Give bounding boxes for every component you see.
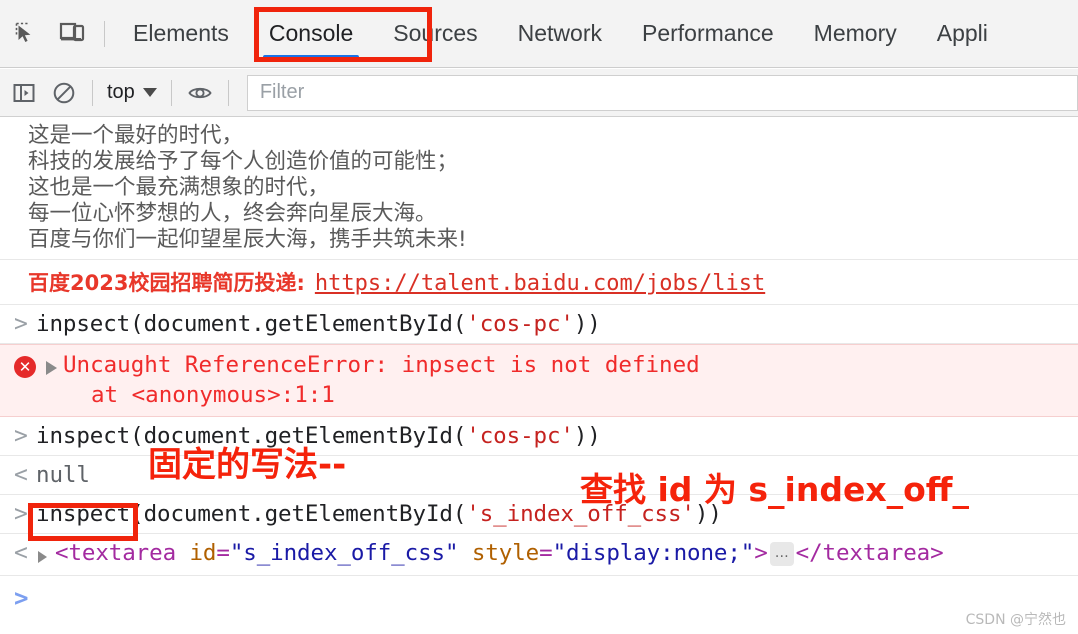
expand-triangle-icon[interactable]	[46, 361, 57, 375]
tab-elements[interactable]: Elements	[113, 0, 249, 68]
console-code-2: inspect(document.getElementById('cos-pc'…	[36, 423, 601, 449]
filterbar-divider-1	[92, 79, 93, 106]
banner-line: 每一位心怀梦想的人，终会奔向星辰大海。	[28, 201, 437, 226]
inspect-element-icon[interactable]	[4, 11, 50, 57]
prompt-chevron-icon: >	[14, 584, 29, 612]
input-chevron-icon: >	[14, 423, 28, 449]
console-prompt-row[interactable]: >	[0, 576, 1078, 620]
tab-performance[interactable]: Performance	[622, 0, 794, 68]
devtools-screenshot: Elements Console Sources Network Perform…	[0, 0, 1078, 634]
tab-sources[interactable]: Sources	[373, 0, 497, 68]
console-output-row-2: < null	[0, 456, 1078, 495]
filter-placeholder-text: Filter	[259, 81, 305, 103]
recruitment-label: 百度2023校园招聘简历投递:	[28, 271, 305, 295]
console-output-row-3: < <textarea id="s_index_off_css" style="…	[0, 534, 1078, 576]
console-message-list: 这是一个最好的时代， 科技的发展给予了每个人创造价值的可能性； 这也是一个最充满…	[0, 117, 1078, 634]
devtools-tab-list: Elements Console Sources Network Perform…	[113, 0, 1078, 68]
toolbar-divider	[104, 20, 105, 47]
console-filter-toolbar: top Filter	[0, 69, 1078, 117]
tab-memory[interactable]: Memory	[794, 0, 917, 68]
tab-network[interactable]: Network	[498, 0, 622, 68]
console-banner-message: 这是一个最好的时代， 科技的发展给予了每个人创造价值的可能性； 这也是一个最充满…	[0, 117, 1078, 260]
console-code-1: inpsect(document.getElementById('cos-pc'…	[36, 311, 601, 337]
recruitment-link[interactable]: https://talent.baidu.com/jobs/list	[315, 271, 765, 296]
tab-console[interactable]: Console	[249, 0, 373, 68]
output-chevron-icon: <	[14, 462, 28, 488]
live-expression-eye-icon[interactable]	[180, 73, 220, 113]
context-label: top	[107, 81, 135, 103]
banner-line: 科技的发展给予了每个人创造价值的可能性；	[28, 149, 459, 174]
console-input-row-3[interactable]: > inspect(document.getElementById('s_ind…	[0, 495, 1078, 534]
javascript-context-selector[interactable]: top	[101, 76, 163, 110]
filterbar-divider-3	[227, 79, 229, 106]
clear-console-icon[interactable]	[44, 73, 84, 113]
csdn-watermark: CSDN @宁然也	[965, 612, 1066, 628]
console-input-row-2[interactable]: > inspect(document.getElementById('cos-p…	[0, 417, 1078, 456]
filterbar-divider-2	[170, 79, 172, 106]
chevron-down-icon	[142, 88, 157, 97]
banner-line: 这也是一个最充满想象的时代，	[28, 175, 330, 200]
expand-triangle-icon[interactable]	[38, 551, 47, 563]
collapsed-content-icon[interactable]: …	[769, 542, 794, 566]
input-chevron-icon: >	[14, 311, 28, 337]
console-sidebar-toggle-icon[interactable]	[4, 73, 44, 113]
console-error-row[interactable]: ✕ Uncaught ReferenceError: inpsect is no…	[0, 344, 1078, 417]
error-message-text: Uncaught ReferenceError: inpsect is not …	[63, 352, 700, 378]
inspect-token: inspect	[36, 501, 131, 527]
error-circle-icon: ✕	[14, 356, 36, 378]
console-dom-node: <textarea id="s_index_off_css" style="di…	[55, 540, 944, 566]
console-code-3: inspect(document.getElementById('s_index…	[36, 501, 722, 527]
console-input-row-1[interactable]: > inpsect(document.getElementById('cos-p…	[0, 305, 1078, 344]
banner-line: 百度与你们一起仰望星辰大海，携手共筑未来!	[28, 227, 467, 252]
output-chevron-icon: <	[14, 540, 28, 566]
devtools-tabbar: Elements Console Sources Network Perform…	[0, 0, 1078, 68]
error-stack-line: at <anonymous>:1:1	[91, 382, 335, 408]
console-filter-input[interactable]: Filter	[246, 74, 1078, 111]
device-toolbar-icon[interactable]	[50, 11, 96, 57]
tab-application[interactable]: Appli	[917, 0, 1008, 68]
banner-line: 这是一个最好的时代，	[28, 123, 244, 148]
recruitment-link-row: 百度2023校园招聘简历投递: https://talent.baidu.com…	[0, 260, 1078, 305]
input-chevron-icon: >	[14, 501, 28, 527]
console-result-null: null	[36, 462, 90, 488]
